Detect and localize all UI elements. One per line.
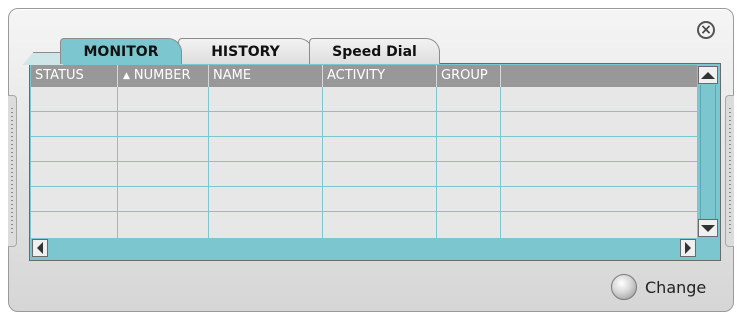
table-cell <box>209 212 323 238</box>
table-cell <box>31 112 118 136</box>
scroll-down-button[interactable] <box>698 219 718 237</box>
table-cell <box>31 162 118 186</box>
table-cell <box>118 112 209 136</box>
change-orb-icon <box>611 274 637 300</box>
tab-label: MONITOR <box>83 43 159 60</box>
tab-label: HISTORY <box>211 43 280 60</box>
arrow-down-icon <box>701 224 715 232</box>
vertical-scroll-thumb[interactable] <box>700 85 716 220</box>
table-cell <box>323 87 437 111</box>
table-header: STATUS ▲ NUMBER NAME ACTIVITY GROUP <box>31 65 697 87</box>
table-cell <box>118 162 209 186</box>
column-header-filler <box>501 65 697 87</box>
table-cell <box>31 87 118 111</box>
sort-ascending-icon: ▲ <box>123 71 130 81</box>
table-cell <box>209 187 323 211</box>
table-cell <box>118 137 209 161</box>
table-cell <box>501 162 697 186</box>
close-icon[interactable]: × <box>697 21 715 39</box>
table-row[interactable] <box>31 112 697 137</box>
table-row[interactable] <box>31 212 697 238</box>
column-label: STATUS <box>35 68 84 83</box>
vertical-scrollbar[interactable] <box>697 65 719 238</box>
table-cell <box>209 137 323 161</box>
table-cell <box>501 137 697 161</box>
column-label: NAME <box>213 68 252 83</box>
horizontal-scroll-thumb[interactable] <box>49 240 677 256</box>
table-row[interactable] <box>31 137 697 162</box>
table-cell <box>501 112 697 136</box>
table-cell <box>437 87 501 111</box>
table-row[interactable] <box>31 87 697 112</box>
left-resize-grip[interactable] <box>8 95 17 247</box>
scroll-right-button[interactable] <box>680 239 696 257</box>
table-cell <box>437 162 501 186</box>
table-cell <box>501 212 697 238</box>
table-cell <box>501 187 697 211</box>
table-cell <box>323 187 437 211</box>
table-cell <box>209 112 323 136</box>
column-header-name[interactable]: NAME <box>209 65 323 87</box>
table-body <box>31 87 697 238</box>
horizontal-scrollbar[interactable] <box>31 238 697 258</box>
arrow-right-icon <box>685 242 691 254</box>
tab-monitor[interactable]: MONITOR <box>60 38 182 64</box>
table-cell <box>437 137 501 161</box>
column-header-number[interactable]: ▲ NUMBER <box>118 65 209 87</box>
table-cell <box>31 187 118 211</box>
table-cell <box>118 187 209 211</box>
table-cell <box>118 87 209 111</box>
tab-history[interactable]: HISTORY <box>178 38 313 64</box>
table-cell <box>437 212 501 238</box>
table-cell <box>323 162 437 186</box>
table-cell <box>323 137 437 161</box>
column-header-activity[interactable]: ACTIVITY <box>323 65 437 87</box>
tab-label: Speed Dial <box>332 43 417 60</box>
scroll-up-button[interactable] <box>698 66 718 84</box>
scroll-left-button[interactable] <box>32 239 48 257</box>
change-button[interactable]: Change <box>611 273 706 301</box>
column-label: NUMBER <box>133 68 191 83</box>
table-cell <box>209 162 323 186</box>
table-cell <box>437 187 501 211</box>
table-cell <box>323 212 437 238</box>
column-label: GROUP <box>441 68 488 83</box>
table-cell <box>501 87 697 111</box>
table-row[interactable] <box>31 162 697 187</box>
table-cell <box>31 137 118 161</box>
scrollbar-corner <box>697 238 719 258</box>
column-header-group[interactable]: GROUP <box>437 65 501 87</box>
table-cell <box>118 212 209 238</box>
tab-speed-dial[interactable]: Speed Dial <box>309 38 440 64</box>
table-cell <box>31 212 118 238</box>
table-row[interactable] <box>31 187 697 212</box>
column-label: ACTIVITY <box>327 68 386 83</box>
change-label: Change <box>645 277 707 297</box>
arrow-left-icon <box>37 242 43 254</box>
arrow-up-icon <box>701 71 715 79</box>
column-header-status[interactable]: STATUS <box>31 65 118 87</box>
table-cell <box>209 87 323 111</box>
table-cell <box>437 112 501 136</box>
table-cell <box>323 112 437 136</box>
right-resize-grip[interactable] <box>725 95 734 247</box>
